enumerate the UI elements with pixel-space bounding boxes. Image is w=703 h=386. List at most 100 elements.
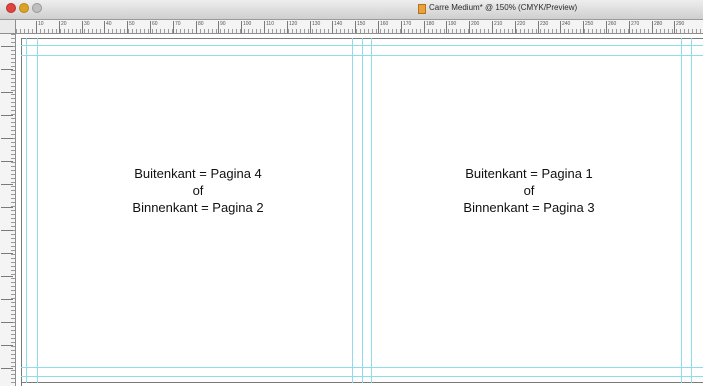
left-page-line-3: Binnenkant = Pagina 2 [132, 200, 264, 215]
ruler-major-tick [1, 92, 13, 93]
ruler-major-tick [241, 21, 242, 33]
ruler-major-tick [287, 21, 288, 33]
vertical-ruler[interactable] [0, 34, 16, 386]
ruler-major-tick [104, 21, 105, 33]
document-icon [418, 4, 426, 14]
guide-vertical[interactable] [371, 38, 372, 383]
ruler-major-tick [560, 21, 561, 33]
ruler-label: 140 [334, 21, 343, 27]
ruler-major-tick [264, 21, 265, 33]
ruler-label: 10 [38, 21, 44, 27]
left-page-text: Buitenkant = Pagina 4 of Binnenkant = Pa… [88, 165, 308, 216]
ruler-label: 90 [220, 21, 226, 27]
right-page-line-1: Buitenkant = Pagina 1 [465, 166, 593, 181]
ruler-major-tick [1, 276, 13, 277]
ruler-label: 130 [312, 21, 321, 27]
ruler-major-tick [173, 21, 174, 33]
ruler-major-tick [492, 21, 493, 33]
ruler-label: 120 [289, 21, 298, 27]
zoom-button[interactable] [32, 3, 42, 13]
guide-vertical[interactable] [681, 38, 682, 383]
guide-horizontal[interactable] [21, 367, 703, 368]
ruler-major-tick [424, 21, 425, 33]
ruler-major-tick [1, 115, 13, 116]
left-page-line-2: of [192, 183, 204, 198]
ruler-major-tick [1, 368, 13, 369]
ruler-major-tick [1, 230, 13, 231]
ruler-major-tick [355, 21, 356, 33]
ruler-major-tick [332, 21, 333, 33]
ruler-major-tick [1, 184, 13, 185]
ruler-major-tick [401, 21, 402, 33]
ruler-label: 80 [198, 21, 204, 27]
ruler-major-tick [1, 46, 13, 47]
ruler-major-tick [538, 21, 539, 33]
guide-vertical[interactable] [26, 38, 27, 383]
ruler-label: 60 [152, 21, 158, 27]
ruler-major-tick [1, 138, 13, 139]
ruler-major-tick [127, 21, 128, 33]
ruler-label: 200 [471, 21, 480, 27]
guide-vertical[interactable] [352, 38, 353, 383]
document-window: Carre Medium* @ 150% (CMYK/Preview) 10 20… [0, 0, 703, 386]
page-edge-left [21, 38, 22, 386]
ruler-major-tick [1, 322, 13, 323]
title-bar[interactable]: Carre Medium* @ 150% (CMYK/Preview) [0, 0, 703, 20]
window-title: Carre Medium* @ 150% (CMYK/Preview) [429, 3, 578, 12]
ruler-label: 280 [654, 21, 663, 27]
ruler-major-tick [606, 21, 607, 33]
guide-horizontal[interactable] [21, 45, 703, 46]
ruler-major-tick [310, 21, 311, 33]
horizontal-ruler[interactable]: 10 20 30 40 50 60 70 80 90 100 110 120 130 140 150 160 1… [16, 20, 703, 34]
ruler-major-tick [59, 21, 60, 33]
ruler-label: 190 [448, 21, 457, 27]
ruler-major-tick [82, 21, 83, 33]
ruler-label: 100 [243, 21, 252, 27]
ruler-label: 150 [357, 21, 366, 27]
document-canvas[interactable]: Buitenkant = Pagina 4 of Binnenkant = Pa… [16, 34, 703, 386]
guide-vertical[interactable] [691, 38, 692, 383]
ruler-major-tick [446, 21, 447, 33]
ruler-label: 70 [175, 21, 181, 27]
guide-vertical[interactable] [37, 38, 38, 383]
ruler-major-tick [150, 21, 151, 33]
guide-horizontal[interactable] [21, 376, 703, 377]
ruler-label: 220 [517, 21, 526, 27]
ruler-major-tick [674, 21, 675, 33]
ruler-label: 210 [494, 21, 503, 27]
ruler-origin[interactable] [0, 20, 16, 34]
guide-horizontal[interactable] [21, 55, 703, 56]
ruler-label: 230 [540, 21, 549, 27]
right-page-text: Buitenkant = Pagina 1 of Binnenkant = Pa… [419, 165, 639, 216]
right-page-line-2: of [523, 183, 535, 198]
ruler-label: 240 [562, 21, 571, 27]
ruler-label: 170 [403, 21, 412, 27]
ruler-major-tick [1, 253, 13, 254]
ruler-major-tick [469, 21, 470, 33]
guide-vertical[interactable] [362, 38, 363, 383]
ruler-major-tick [652, 21, 653, 33]
ruler-label: 20 [61, 21, 67, 27]
left-page-line-1: Buitenkant = Pagina 4 [134, 166, 262, 181]
minimize-button[interactable] [19, 3, 29, 13]
ruler-label: 40 [106, 21, 112, 27]
ruler-label: 50 [129, 21, 135, 27]
ruler-label: 250 [585, 21, 594, 27]
ruler-label: 180 [426, 21, 435, 27]
ruler-major-tick [1, 299, 13, 300]
ruler-label: 270 [631, 21, 640, 27]
ruler-major-tick [36, 21, 37, 33]
ruler-major-tick [1, 207, 13, 208]
ruler-major-tick [1, 161, 13, 162]
ruler-label: 110 [266, 21, 274, 27]
ruler-major-tick [218, 21, 219, 33]
ruler-major-tick [629, 21, 630, 33]
ruler-major-tick [196, 21, 197, 33]
close-button[interactable] [6, 3, 16, 13]
ruler-label: 30 [84, 21, 90, 27]
ruler-major-tick [1, 345, 13, 346]
ruler-major-tick [1, 69, 13, 70]
ruler-label: 290 [676, 21, 685, 27]
ruler-major-tick [583, 21, 584, 33]
ruler-label: 260 [608, 21, 617, 27]
